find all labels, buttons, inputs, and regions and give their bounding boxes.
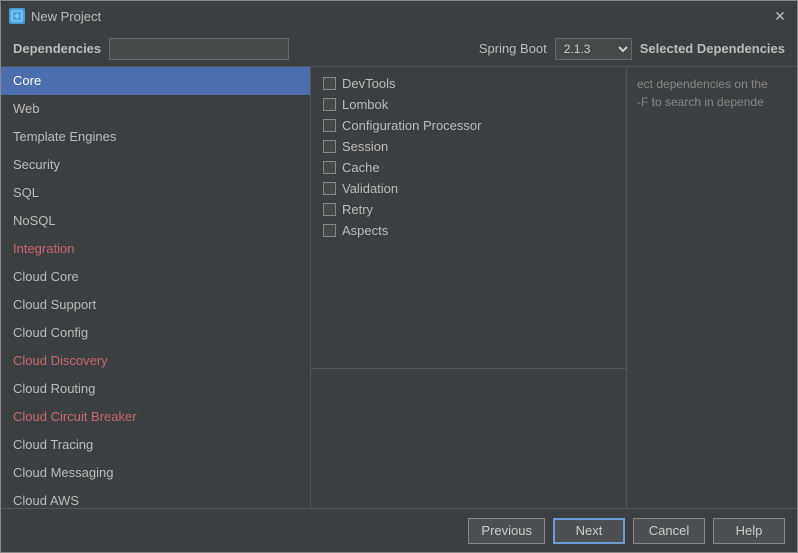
next-button[interactable]: Next <box>553 518 625 544</box>
title-bar: New Project ✕ <box>1 1 797 31</box>
category-item-security[interactable]: Security <box>1 151 310 179</box>
category-item-cloud-discovery[interactable]: Cloud Discovery <box>1 347 310 375</box>
dep-item-devtools[interactable]: DevTools <box>319 73 618 94</box>
category-item-cloud-config[interactable]: Cloud Config <box>1 319 310 347</box>
new-project-icon <box>9 8 25 24</box>
dep-checkbox-lombok[interactable] <box>323 98 336 111</box>
category-item-cloud-aws[interactable]: Cloud AWS <box>1 487 310 508</box>
dep-label-session: Session <box>342 139 388 154</box>
dep-item-cache[interactable]: Cache <box>319 157 618 178</box>
dep-checkbox-aspects[interactable] <box>323 224 336 237</box>
dep-label-cache: Cache <box>342 160 380 175</box>
dep-item-configuration-processor[interactable]: Configuration Processor <box>319 115 618 136</box>
dep-checkbox-session[interactable] <box>323 140 336 153</box>
dep-label-devtools: DevTools <box>342 76 395 91</box>
close-button[interactable]: ✕ <box>771 7 789 25</box>
category-item-web[interactable]: Web <box>1 95 310 123</box>
title-bar-left: New Project <box>9 8 101 24</box>
spring-boot-label: Spring Boot <box>479 41 547 56</box>
dependencies-panel: DevTools Lombok Configuration Processor Ses… <box>311 67 627 508</box>
category-item-cloud-core[interactable]: Cloud Core <box>1 263 310 291</box>
category-item-cloud-support[interactable]: Cloud Support <box>1 291 310 319</box>
selected-dependencies-label: Selected Dependencies <box>640 41 785 56</box>
dep-item-session[interactable]: Session <box>319 136 618 157</box>
category-item-core[interactable]: Core <box>1 67 310 95</box>
toolbar-right: Spring Boot 2.1.3 2.1.2 2.0.9 2.2.0 M1 S… <box>479 38 785 60</box>
dep-item-validation[interactable]: Validation <box>319 178 618 199</box>
toolbar: Dependencies Spring Boot 2.1.3 2.1.2 2.0… <box>1 31 797 67</box>
dep-checkbox-cache[interactable] <box>323 161 336 174</box>
dependencies-list: DevTools Lombok Configuration Processor Ses… <box>311 67 626 368</box>
category-item-sql[interactable]: SQL <box>1 179 310 207</box>
dep-item-retry[interactable]: Retry <box>319 199 618 220</box>
dep-label-aspects: Aspects <box>342 223 388 238</box>
dep-label-configuration-processor: Configuration Processor <box>342 118 481 133</box>
category-item-nosql[interactable]: NoSQL <box>1 207 310 235</box>
dep-item-aspects[interactable]: Aspects <box>319 220 618 241</box>
dep-label-lombok: Lombok <box>342 97 388 112</box>
hint-text-2: -F to search in depende <box>637 95 764 109</box>
category-item-integration[interactable]: Integration <box>1 235 310 263</box>
category-item-cloud-messaging[interactable]: Cloud Messaging <box>1 459 310 487</box>
category-item-template-engines[interactable]: Template Engines <box>1 123 310 151</box>
search-input[interactable] <box>109 38 289 60</box>
dep-checkbox-configuration-processor[interactable] <box>323 119 336 132</box>
hint-text-1: ect dependencies on the <box>637 77 768 91</box>
dep-checkbox-validation[interactable] <box>323 182 336 195</box>
previous-button[interactable]: Previous <box>468 518 545 544</box>
dependencies-label: Dependencies <box>13 41 101 56</box>
dep-label-validation: Validation <box>342 181 398 196</box>
cancel-button[interactable]: Cancel <box>633 518 705 544</box>
category-panel: CoreWebTemplate EnginesSecuritySQLNoSQLI… <box>1 67 311 508</box>
main-content: CoreWebTemplate EnginesSecuritySQLNoSQLI… <box>1 67 797 508</box>
toolbar-left: Dependencies <box>13 38 289 60</box>
selected-panel-hint: ect dependencies on the -F to search in … <box>627 67 797 119</box>
version-select[interactable]: 2.1.3 2.1.2 2.0.9 2.2.0 M1 <box>555 38 632 60</box>
category-item-cloud-circuit-breaker[interactable]: Cloud Circuit Breaker <box>1 403 310 431</box>
selected-panel: ect dependencies on the -F to search in … <box>627 67 797 508</box>
dialog-title: New Project <box>31 9 101 24</box>
category-item-cloud-routing[interactable]: Cloud Routing <box>1 375 310 403</box>
dep-label-retry: Retry <box>342 202 373 217</box>
category-item-cloud-tracing[interactable]: Cloud Tracing <box>1 431 310 459</box>
dep-checkbox-retry[interactable] <box>323 203 336 216</box>
footer: Previous Next Cancel Help <box>1 508 797 552</box>
new-project-dialog: New Project ✕ Dependencies Spring Boot 2… <box>0 0 798 553</box>
dependencies-bottom-area <box>311 368 626 508</box>
dep-checkbox-devtools[interactable] <box>323 77 336 90</box>
dep-item-lombok[interactable]: Lombok <box>319 94 618 115</box>
help-button[interactable]: Help <box>713 518 785 544</box>
